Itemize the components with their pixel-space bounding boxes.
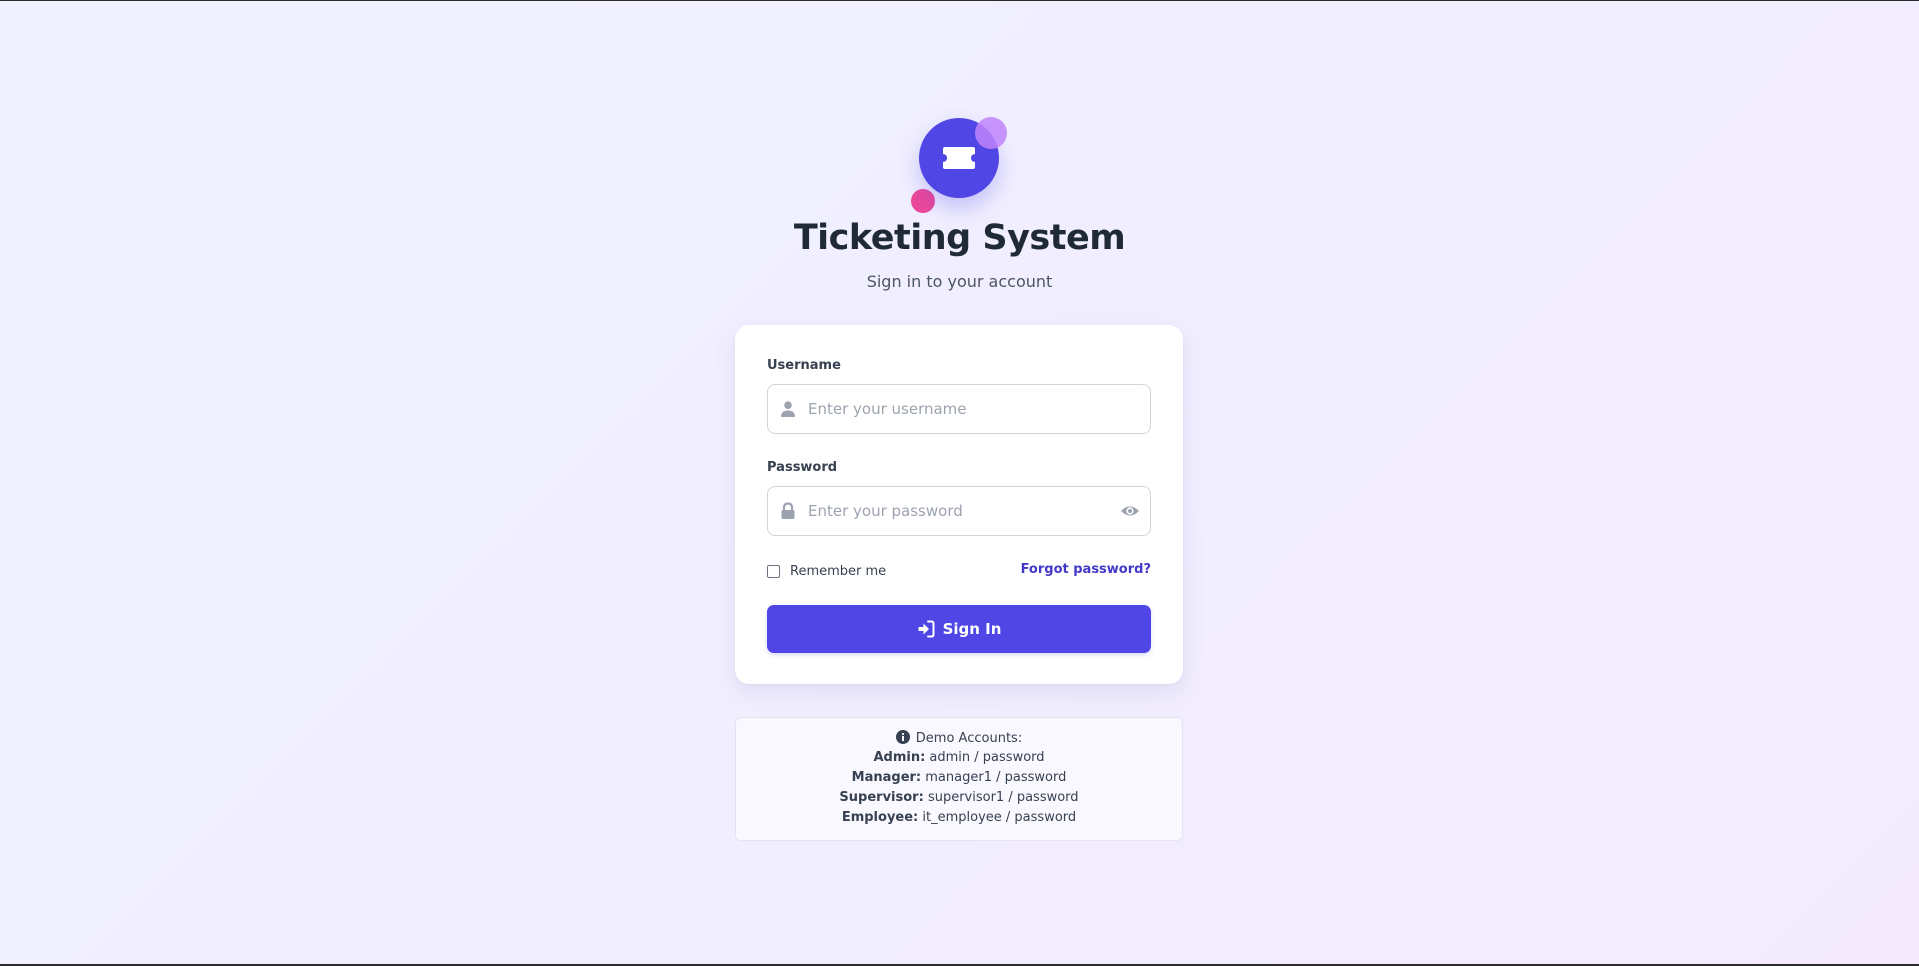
user-icon — [781, 401, 795, 417]
password-label: Password — [767, 460, 838, 475]
demo-role: Supervisor: — [839, 790, 924, 805]
remember-me-label: Remember me — [790, 563, 887, 579]
logo-accent-purple — [975, 117, 1007, 149]
demo-accounts-box: Demo Accounts: Admin: admin / password M… — [735, 717, 1183, 841]
remember-me-checkbox[interactable] — [767, 564, 780, 578]
demo-credentials: it_employee / password — [922, 810, 1077, 825]
forgot-password-link[interactable]: Forgot password? — [1021, 562, 1151, 577]
eye-icon[interactable] — [1120, 502, 1140, 520]
info-circle-icon — [895, 730, 910, 744]
username-field-wrapper — [767, 384, 1151, 434]
demo-account-row: Admin: admin / password — [736, 750, 1182, 765]
sign-in-icon — [918, 620, 935, 638]
window-top-border — [0, 0, 1919, 1]
login-card: Username Password Remember me Forgot pas… — [735, 325, 1183, 684]
password-input[interactable] — [808, 487, 1108, 535]
demo-role: Manager: — [851, 770, 922, 785]
demo-account-row: Supervisor: supervisor1 / password — [736, 790, 1182, 805]
username-label: Username — [767, 358, 841, 373]
logo-accent-pink — [911, 189, 935, 213]
demo-account-row: Employee: it_employee / password — [736, 810, 1182, 825]
page-title: Ticketing System — [793, 218, 1126, 258]
remember-me[interactable]: Remember me — [767, 562, 886, 580]
sign-in-button[interactable]: Sign In — [767, 605, 1151, 653]
username-input[interactable] — [808, 385, 1108, 433]
lock-icon — [781, 502, 795, 519]
password-field-wrapper — [767, 486, 1151, 536]
demo-role: Admin: — [873, 750, 926, 765]
ticket-icon — [943, 147, 975, 169]
page-subtitle: Sign in to your account — [866, 272, 1053, 291]
demo-credentials: admin / password — [929, 750, 1045, 765]
app-logo — [905, 112, 1010, 217]
demo-account-row: Manager: manager1 / password — [736, 770, 1182, 785]
sign-in-label: Sign In — [942, 620, 1002, 638]
demo-credentials: supervisor1 / password — [927, 790, 1079, 805]
demo-heading: Demo Accounts: — [736, 730, 1182, 746]
demo-credentials: manager1 / password — [925, 770, 1067, 785]
demo-role: Employee: — [841, 810, 919, 825]
